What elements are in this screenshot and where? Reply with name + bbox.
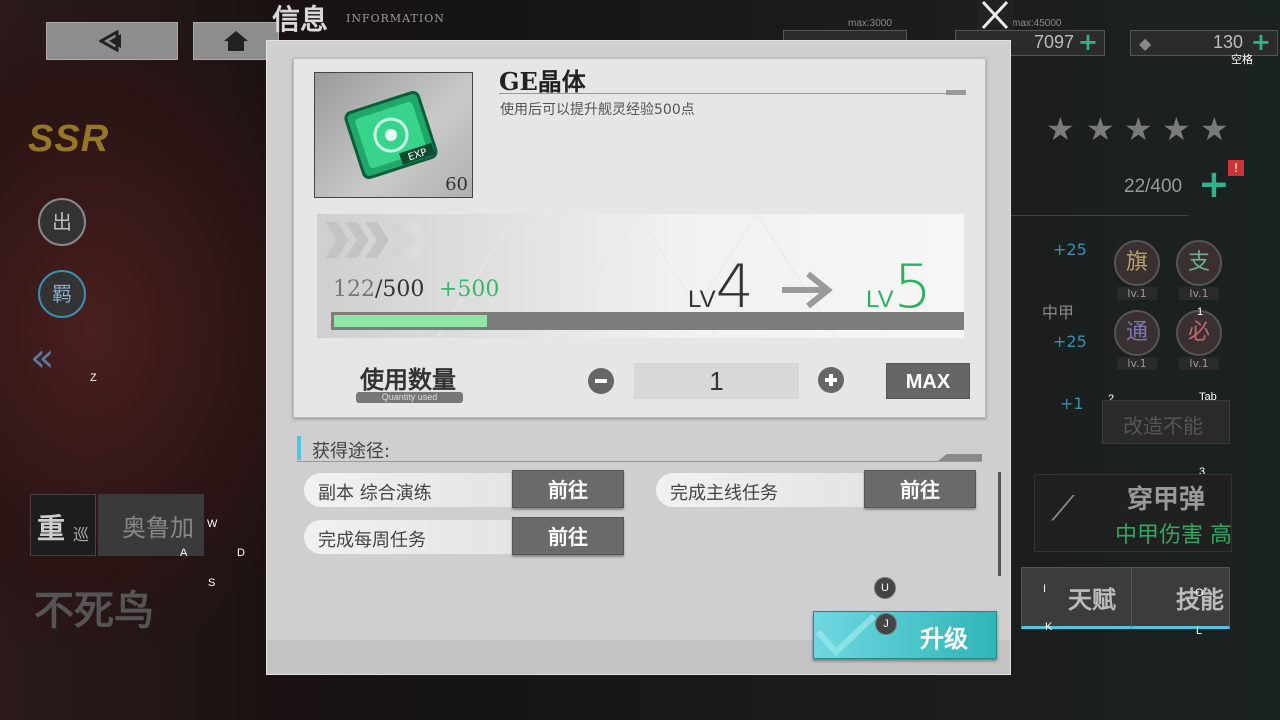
- close-icon: [981, 0, 1009, 30]
- star-icon: ★: [1086, 110, 1115, 148]
- source-label: 副本 综合演练: [318, 483, 432, 504]
- star-icon: ★: [1124, 110, 1153, 148]
- quantity-input[interactable]: 1: [634, 363, 799, 399]
- ammo-effect: 中甲伤害 高: [1115, 523, 1232, 548]
- ship-class-badge: 重 巡: [30, 494, 96, 556]
- ship-class-label: 重: [37, 512, 66, 545]
- right-divider: [1010, 215, 1188, 216]
- close-button[interactable]: [977, 0, 1013, 30]
- bond-button[interactable]: 羁: [38, 270, 86, 318]
- skill-level: lv.1: [1179, 357, 1219, 370]
- keyhint-w: W: [207, 518, 218, 530]
- ship-faction-label: 奥鲁加: [122, 514, 194, 542]
- skill-slot-1[interactable]: 旗: [1114, 240, 1160, 286]
- resource-max-label: max:45000: [1012, 18, 1062, 29]
- item-title-divider-tab: [946, 90, 966, 95]
- ammo-icon: ⟋: [1051, 489, 1075, 529]
- exp-counter: 22/400: [1124, 176, 1183, 197]
- exp-gain: +500: [439, 277, 500, 302]
- item-title-divider: [499, 93, 965, 94]
- resource-counter-3: ◆ 130 +: [1130, 29, 1278, 56]
- bonus-2: +25: [1053, 332, 1087, 351]
- upgrade-label: 升级: [920, 624, 968, 653]
- go-button[interactable]: 前往: [512, 517, 624, 555]
- resource-max-label: max:3000: [848, 18, 892, 29]
- ammo-type: 穿甲弹: [1127, 485, 1206, 515]
- upgrade-button[interactable]: 升级: [813, 611, 997, 659]
- bonus-3: +1: [1060, 394, 1084, 413]
- skill-slot-2[interactable]: 支: [1176, 240, 1222, 286]
- keyhint-i: I: [1043, 583, 1047, 595]
- increase-quantity-button[interactable]: [818, 367, 844, 393]
- decrease-quantity-button[interactable]: [588, 368, 614, 394]
- source-label: 完成每周任务: [318, 530, 426, 551]
- quantity-label: 使用数量: [360, 366, 456, 394]
- exp-current: 122/500: [333, 277, 425, 302]
- tab-talent-label: 天赋: [1068, 585, 1116, 614]
- keyhint-space: 空格: [1231, 54, 1253, 66]
- sources-scrollbar[interactable]: [998, 472, 1001, 576]
- minus-icon: [595, 379, 607, 383]
- alert-badge-icon: !: [1228, 160, 1244, 176]
- remodel-button[interactable]: 改造不能: [1102, 400, 1230, 444]
- page-title: 信息: [272, 3, 329, 36]
- source-row: 完成每周任务: [304, 520, 516, 554]
- sources-title: 获得途径:: [312, 441, 391, 462]
- source-row: 副本 综合演练: [304, 473, 516, 507]
- go-button[interactable]: 前往: [864, 470, 976, 508]
- quantity-sublabel: Quantity used: [356, 392, 463, 403]
- ship-class-sub: 巡: [73, 525, 90, 544]
- keyhint-s: S: [208, 577, 216, 589]
- keyhint-z: Z: [90, 372, 97, 384]
- source-label: 完成主线任务: [670, 483, 778, 504]
- skill-level: lv.1: [1179, 287, 1219, 300]
- item-image: EXP 60: [314, 72, 473, 198]
- keyhint-d: D: [237, 547, 245, 559]
- keyhint-l: L: [1196, 625, 1203, 637]
- collapse-arrow-icon[interactable]: «: [30, 335, 54, 381]
- page-subtitle: INFORMATION: [346, 12, 445, 25]
- skill-level: lv.1: [1117, 357, 1157, 370]
- star-icon: ★: [1162, 110, 1191, 148]
- keyhint-u: U: [874, 577, 896, 599]
- max-quantity-button[interactable]: MAX: [886, 363, 970, 399]
- gem-icon: ◆: [1139, 34, 1152, 53]
- skill-slot-3[interactable]: 通: [1114, 310, 1160, 356]
- left-circle-button-1[interactable]: 出: [38, 198, 86, 246]
- tab-skill[interactable]: 技能: [1131, 567, 1230, 629]
- ship-faction-badge: 奥鲁加: [98, 494, 204, 556]
- add-resource-icon[interactable]: +: [1078, 29, 1098, 55]
- back-arrow-icon: [99, 30, 121, 52]
- arrow-right-icon: [782, 271, 833, 309]
- keyhint-k: K: [1045, 621, 1053, 633]
- armor-type: 中甲: [1042, 303, 1075, 322]
- ship-name: 不死鸟: [34, 587, 154, 634]
- remodel-label: 改造不能: [1123, 414, 1203, 438]
- sources-accent-bar: [297, 436, 301, 460]
- add-exp-icon[interactable]: +: [1198, 164, 1230, 204]
- resource-value: 7097: [1033, 32, 1074, 52]
- go-button[interactable]: 前往: [512, 470, 624, 508]
- keyhint-a: A: [180, 547, 188, 559]
- home-icon: [224, 31, 248, 51]
- plus-icon: [825, 374, 837, 386]
- back-button[interactable]: [46, 22, 178, 60]
- sources-divider: [297, 461, 982, 462]
- keyhint-1: 1: [1197, 306, 1204, 318]
- item-description: 使用后可以提升舰灵经验500点: [500, 102, 695, 118]
- ammo-panel: ⟋ 穿甲弹 中甲伤害 高: [1034, 474, 1232, 552]
- skill-level: lv.1: [1117, 287, 1157, 300]
- rarity-badge: SSR: [28, 118, 110, 160]
- resource-value: 130: [1212, 32, 1243, 52]
- item-name: GE晶体: [499, 67, 586, 96]
- source-row: 完成主线任务: [656, 473, 868, 507]
- item-count: 60: [445, 174, 468, 195]
- keyhint-o: O: [1195, 587, 1204, 599]
- star-icon: ★: [1046, 110, 1075, 148]
- keyhint-j: J: [875, 613, 897, 635]
- star-icon: ★: [1200, 110, 1229, 148]
- exp-progress-fill: [334, 315, 487, 327]
- add-resource-icon[interactable]: +: [1251, 29, 1271, 55]
- bonus-1: +25: [1053, 240, 1087, 259]
